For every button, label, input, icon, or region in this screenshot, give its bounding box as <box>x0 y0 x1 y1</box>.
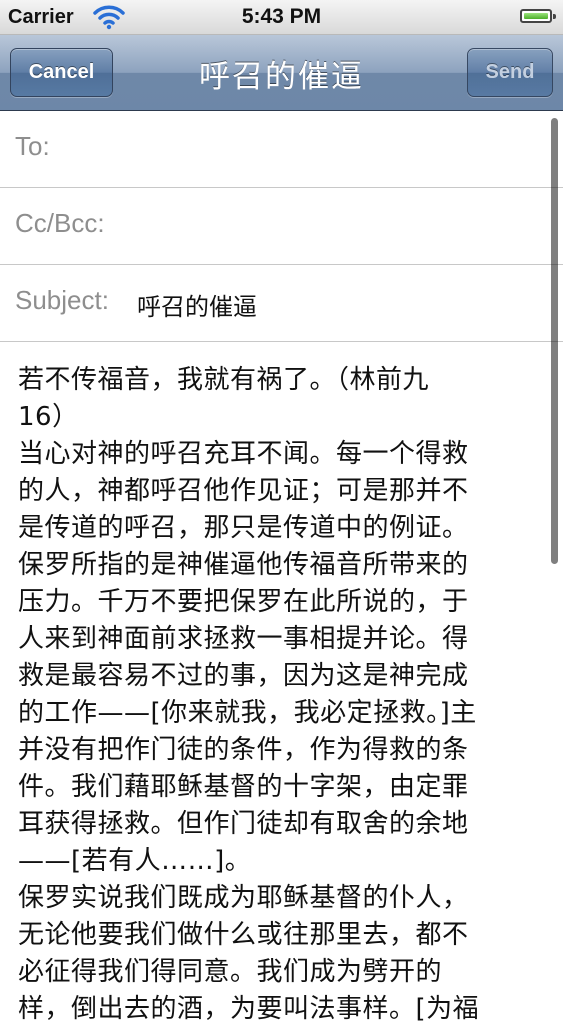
to-field[interactable]: To: <box>0 111 563 188</box>
body-line: 样，倒出去的酒，为要叫法事样。[为福 <box>18 994 480 1024</box>
body-line: 保罗实说我们既成为耶稣基督的仆人， <box>18 883 469 913</box>
body-line: 若不传福音，我就有祸了。（林前九 <box>18 365 430 395</box>
battery-icon <box>520 9 556 23</box>
send-button[interactable]: Send <box>467 48 553 97</box>
body-line: 无论他要我们做什么或往那里去，都不 <box>18 920 469 950</box>
cc-bcc-field[interactable]: Cc/Bcc: <box>0 188 563 265</box>
navigation-bar: Cancel 呼召的催逼 Send <box>0 35 563 111</box>
body-line: 救是最容易不过的事，因为这是神完成 <box>18 661 469 691</box>
status-time: 5:43 PM <box>241 5 322 28</box>
subject-value[interactable]: 呼召的催逼 <box>137 287 257 322</box>
body-line: 的人，神都呼召他作见证；可是那并不 <box>18 476 469 506</box>
body-line: 是传道的呼召，那只是传道中的例证。 <box>18 513 469 543</box>
subject-field[interactable]: Subject: 呼召的催逼 <box>0 265 563 342</box>
body-line: 并没有把作门徒的条件，作为得救的条 <box>18 735 469 765</box>
body-line: 16） <box>18 402 79 432</box>
body-line: ——[若有人……]。 <box>18 846 252 876</box>
status-bar: Carrier 5:43 PM <box>0 0 563 35</box>
body-line: 压力。千万不要把保罗在此所说的，于 <box>18 587 469 617</box>
message-body[interactable]: 若不传福音，我就有祸了。（林前九 16） 当心对神的呼召充耳不闻。每一个得救 的… <box>18 362 538 1028</box>
body-line: 件。我们藉耶稣基督的十字架，由定罪 <box>18 772 469 802</box>
body-line: 保罗所指的是神催逼他传福音所带来的 <box>18 550 469 580</box>
scrollbar[interactable] <box>551 118 558 564</box>
body-line: 人来到神面前求拯救一事相提并论。得 <box>18 624 469 654</box>
body-line: 的工作——[你来就我，我必定拯救。]主 <box>18 698 477 728</box>
body-line: 当心对神的呼召充耳不闻。每一个得救 <box>18 439 469 469</box>
to-label: To: <box>15 131 50 161</box>
cc-bcc-label: Cc/Bcc: <box>15 208 105 238</box>
body-line: 耳获得拯救。但作门徒却有取舍的余地 <box>18 809 469 839</box>
subject-label: Subject: <box>15 285 109 315</box>
body-line: 必征得我们得同意。我们成为劈开的 <box>18 957 443 987</box>
